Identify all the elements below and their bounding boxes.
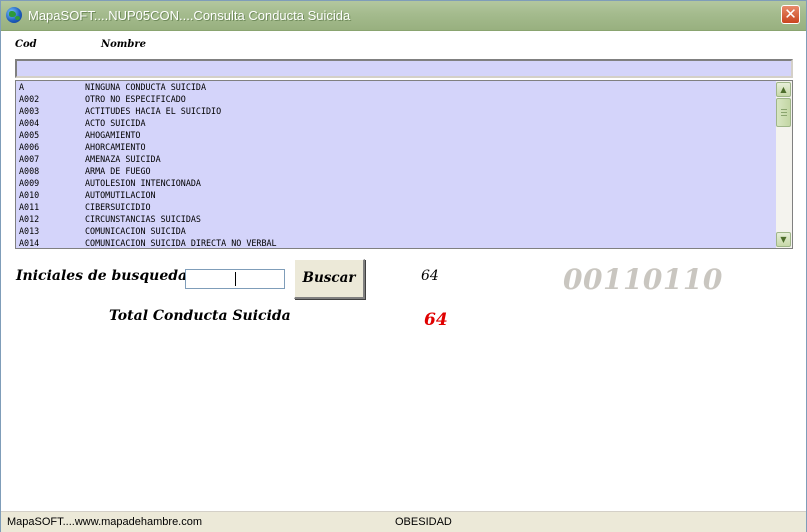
column-header-cod: Cod: [15, 39, 37, 50]
list-item[interactable]: A004 ACTO SUICIDA: [16, 117, 776, 129]
vertical-scrollbar[interactable]: ▲ ▼: [776, 81, 792, 248]
list-item-nombre: CIRCUNSTANCIAS SUICIDAS: [85, 214, 201, 224]
list-item-nombre: NINGUNA CONDUCTA SUICIDA: [85, 82, 207, 92]
list-item-nombre: AUTOLESION INTENCIONADA: [85, 178, 201, 188]
list-item-cod: A008: [19, 166, 40, 176]
list-item-nombre: AHORCAMIENTO: [85, 142, 146, 152]
results-list[interactable]: A NINGUNA CONDUCTA SUICIDA A002 OTRO NO ESP…: [15, 80, 793, 249]
app-window: MapaSOFT....NUP05CON....Consulta Conduct…: [0, 0, 807, 532]
title-bar[interactable]: MapaSOFT....NUP05CON....Consulta Conduct…: [1, 1, 806, 31]
list-item[interactable]: A003 ACTITUDES HACIA EL SUICIDIO: [16, 105, 776, 117]
list-item-nombre: OTRO NO ESPECIFICADO: [85, 94, 186, 104]
list-item-nombre: AHOGAMIENTO: [85, 130, 141, 140]
list-item-cod: A014: [19, 238, 40, 248]
list-item[interactable]: A014 COMUNICACION SUICIDA DIRECTA NO VERB…: [16, 237, 776, 248]
list-item-cod: A002: [19, 94, 40, 104]
list-item-cod: A004: [19, 118, 40, 128]
scroll-up-button[interactable]: ▲: [776, 82, 791, 97]
search-label: Iniciales de busqueda: [16, 268, 188, 284]
list-item-nombre: ARMA DE FUEGO: [85, 166, 151, 176]
list-item-nombre: AUTOMUTILACION: [85, 190, 156, 200]
record-code: 00110110: [563, 263, 723, 296]
list-item-nombre: ACTITUDES HACIA EL SUICIDIO: [85, 106, 222, 116]
list-item[interactable]: A009 AUTOLESION INTENCIONADA: [16, 177, 776, 189]
close-button[interactable]: ✕: [781, 5, 800, 24]
list-item-cod: A006: [19, 142, 40, 152]
list-item-cod: A005: [19, 130, 40, 140]
list-item-cod: A011: [19, 202, 40, 212]
list-item[interactable]: A010 AUTOMUTILACION: [16, 189, 776, 201]
list-item-nombre: COMUNICACION SUICIDA: [85, 226, 186, 236]
list-item-cod: A009: [19, 178, 40, 188]
status-website: MapaSOFT....www.mapadehambre.com: [7, 516, 203, 528]
list-item[interactable]: A007 AMENAZA SUICIDA: [16, 153, 776, 165]
status-module: OBESIDAD: [395, 516, 452, 528]
list-item[interactable]: A NINGUNA CONDUCTA SUICIDA: [16, 81, 776, 93]
list-item-nombre: AMENAZA SUICIDA: [85, 154, 161, 164]
total-label: Total Conducta Suicida: [109, 308, 291, 324]
column-header-nombre: Nombre: [101, 39, 147, 50]
list-item-cod: A003: [19, 106, 40, 116]
globe-icon: [6, 7, 22, 23]
window-title: MapaSOFT....NUP05CON....Consulta Conduct…: [28, 8, 351, 23]
list-item-nombre: COMUNICACION SUICIDA DIRECTA NO VERBAL: [85, 238, 277, 248]
list-item[interactable]: A005 AHOGAMIENTO: [16, 129, 776, 141]
result-count: 64: [421, 268, 439, 284]
list-item[interactable]: A002 OTRO NO ESPECIFICADO: [16, 93, 776, 105]
list-item-cod: A: [19, 82, 25, 92]
list-item[interactable]: A006 AHORCAMIENTO: [16, 141, 776, 153]
buscar-button[interactable]: Buscar: [294, 259, 365, 299]
scroll-thumb[interactable]: [776, 98, 791, 127]
list-item-cod: A007: [19, 154, 40, 164]
list-item-cod: A012: [19, 214, 40, 224]
list-item[interactable]: A013 COMUNICACION SUICIDA: [16, 225, 776, 237]
scroll-down-button[interactable]: ▼: [776, 232, 791, 247]
list-item[interactable]: A008 ARMA DE FUEGO: [16, 165, 776, 177]
list-item-cod: A010: [19, 190, 40, 200]
list-rows: A NINGUNA CONDUCTA SUICIDA A002 OTRO NO ESP…: [16, 81, 776, 248]
total-value: 64: [424, 310, 448, 330]
list-item[interactable]: A012 CIRCUNSTANCIAS SUICIDAS: [16, 213, 776, 225]
text-caret: [235, 272, 236, 286]
list-item-cod: A013: [19, 226, 40, 236]
list-item-nombre: ACTO SUICIDA: [85, 118, 146, 128]
list-item-nombre: CIBERSUICIDIO: [85, 202, 151, 212]
list-item[interactable]: A011 CIBERSUICIDIO: [16, 201, 776, 213]
status-bar: MapaSOFT....www.mapadehambre.com OBESIDA…: [1, 511, 806, 532]
selected-item-field[interactable]: [15, 59, 793, 78]
